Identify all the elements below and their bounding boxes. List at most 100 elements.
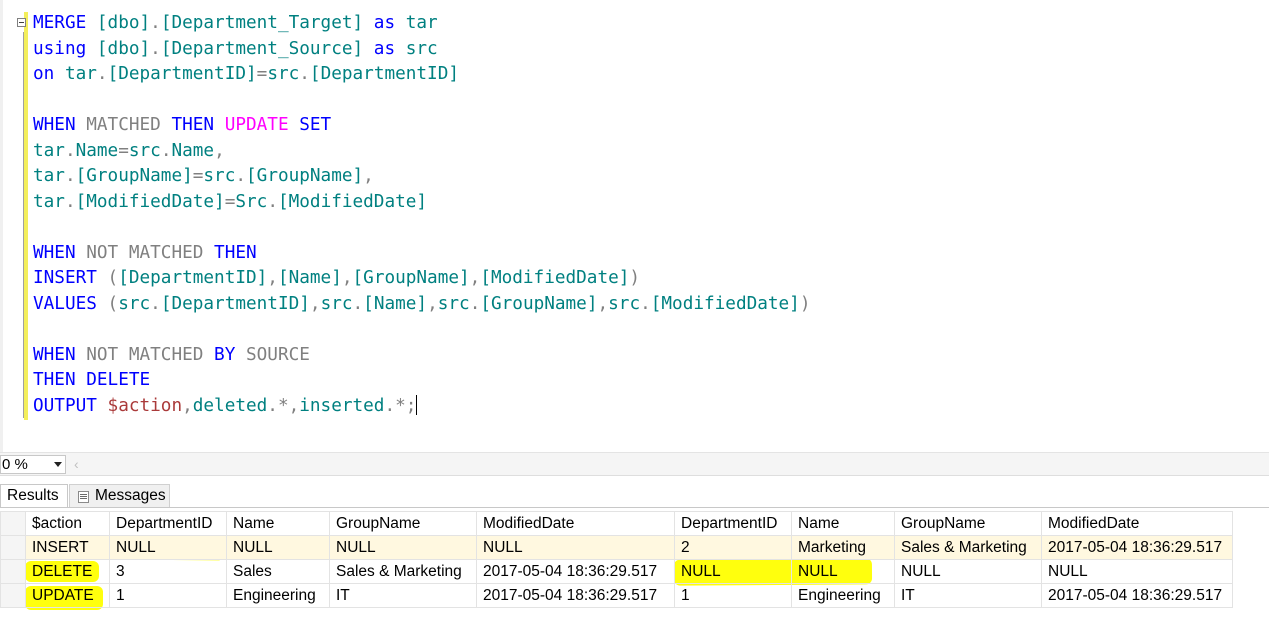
zoom-dropdown[interactable]: 0 % <box>0 455 66 474</box>
cell-text: DELETE <box>32 562 93 580</box>
column-header[interactable]: Name <box>791 511 895 536</box>
code-token: [ModifiedDate] <box>277 191 428 212</box>
code-token: ( <box>107 293 119 314</box>
code-line[interactable]: WHEN NOT MATCHED THEN <box>33 241 811 267</box>
table-cell[interactable]: 1 <box>109 583 227 608</box>
code-line[interactable] <box>33 317 811 343</box>
column-header[interactable]: ModifiedDate <box>476 511 675 536</box>
table-cell[interactable]: DELETE <box>25 559 110 584</box>
tab-messages[interactable]: Messages <box>69 484 170 508</box>
tab-results[interactable]: Results <box>0 484 68 508</box>
code-token: as <box>373 38 406 59</box>
code-token: tar <box>405 13 438 33</box>
code-token: [DepartmentID] <box>160 293 310 314</box>
code-token: tar <box>64 64 97 84</box>
code-line[interactable]: on tar.[DepartmentID]=src.[DepartmentID] <box>33 62 811 88</box>
cell-text: Engineering <box>798 586 881 604</box>
row-selector[interactable] <box>0 583 26 608</box>
query-editor[interactable]: MERGE [dbo].[Department_Target] as tar us… <box>0 0 1269 452</box>
code-line[interactable]: tar.Name=src.Name, <box>33 139 811 165</box>
code-token: , <box>309 293 321 314</box>
table-cell[interactable]: INSERT <box>25 535 110 560</box>
table-cell[interactable]: NULL <box>476 535 675 560</box>
column-header[interactable]: GroupName <box>894 511 1042 536</box>
cell-text: 2017-05-04 18:36:29.517 <box>1048 586 1223 604</box>
table-cell[interactable]: NULL <box>109 535 227 560</box>
table-cell[interactable]: IT <box>894 583 1042 608</box>
code-line[interactable]: THEN DELETE <box>33 368 811 394</box>
code-token: src <box>437 293 470 314</box>
column-header[interactable]: GroupName <box>329 511 477 536</box>
table-cell[interactable]: NULL <box>674 559 792 584</box>
table-cell[interactable]: NULL <box>226 535 330 560</box>
code-line[interactable] <box>33 215 811 241</box>
code-token: . <box>469 293 481 314</box>
code-token: [GroupName] <box>246 166 364 186</box>
table-row[interactable]: INSERT NULL NULL NULL NULL 2 Marketing S… <box>0 535 1233 560</box>
table-cell[interactable]: 1 <box>674 583 792 608</box>
results-table: $action DepartmentID Name GroupName Modi… <box>0 511 1233 608</box>
corner-cell[interactable] <box>0 511 26 536</box>
table-cell[interactable]: NULL <box>894 559 1042 584</box>
table-row[interactable]: DELETE 3 Sales Sales & Marketing 2017-05… <box>0 559 1233 584</box>
results-grid[interactable]: $action DepartmentID Name GroupName Modi… <box>0 508 1269 637</box>
results-tabs: Results Messages <box>0 476 1269 508</box>
column-header[interactable]: Name <box>226 511 330 536</box>
code-token: , <box>469 268 481 288</box>
table-cell[interactable]: 2017-05-04 18:36:29.517 <box>476 583 675 608</box>
table-cell[interactable]: Engineering <box>226 583 330 608</box>
code-line[interactable]: OUTPUT $action,deleted.*,inserted.*; <box>33 394 811 420</box>
table-cell[interactable]: Sales & Marketing <box>329 559 477 584</box>
table-cell[interactable]: UPDATE <box>25 583 110 608</box>
table-cell[interactable]: Sales <box>226 559 330 584</box>
cell-text: NULL <box>116 538 156 556</box>
table-cell[interactable]: Marketing <box>791 535 895 560</box>
editor-gutter <box>0 0 3 452</box>
code-line[interactable]: INSERT ([DepartmentID],[Name],[GroupName… <box>33 266 811 292</box>
code-token: $action <box>107 395 183 416</box>
code-token: [Name] <box>363 293 428 314</box>
zoom-bar: 0 % ‹ <box>0 452 1269 476</box>
table-cell[interactable]: 3 <box>109 559 227 584</box>
collapse-minus-icon[interactable] <box>17 18 26 27</box>
cell-text: Marketing <box>798 538 867 556</box>
row-selector[interactable] <box>0 535 26 560</box>
code-token: SOURCE <box>246 344 310 365</box>
code-line[interactable]: using [dbo].[Department_Source] as src <box>33 37 811 63</box>
code-token: using <box>33 38 97 59</box>
table-cell[interactable]: NULL <box>791 559 895 584</box>
table-row[interactable]: UPDATE 1 Engineering IT 2017-05-04 18:36… <box>0 583 1233 608</box>
code-token: , <box>182 395 193 416</box>
column-header[interactable]: DepartmentID <box>674 511 792 536</box>
sql-code[interactable]: MERGE [dbo].[Department_Target] as tar us… <box>33 11 811 419</box>
code-line[interactable]: VALUES (src.[DepartmentID],src.[Name],sr… <box>33 292 811 318</box>
table-cell[interactable]: Engineering <box>791 583 895 608</box>
scroll-left-icon[interactable]: ‹ <box>74 457 79 471</box>
cell-text: Sales & Marketing <box>901 538 1027 556</box>
code-token: Name <box>75 140 119 161</box>
row-selector[interactable] <box>0 559 26 584</box>
table-cell[interactable]: 2017-05-04 18:36:29.517 <box>1041 583 1233 608</box>
table-cell[interactable]: IT <box>329 583 477 608</box>
cell-text: 2017-05-04 18:36:29.517 <box>483 586 658 604</box>
code-token: [Department_Target] <box>160 13 374 33</box>
code-line[interactable]: tar.[GroupName]=src.[GroupName], <box>33 164 811 190</box>
code-token: inserted <box>299 395 385 416</box>
code-line[interactable]: WHEN MATCHED THEN UPDATE SET <box>33 113 811 139</box>
code-token: . <box>267 191 278 212</box>
table-cell[interactable]: NULL <box>1041 559 1233 584</box>
code-line[interactable] <box>33 88 811 114</box>
code-line[interactable]: tar.[ModifiedDate]=Src.[ModifiedDate] <box>33 190 811 216</box>
column-header[interactable]: $action <box>25 511 110 536</box>
table-cell[interactable]: NULL <box>329 535 477 560</box>
table-cell[interactable]: 2 <box>674 535 792 560</box>
chevron-down-icon[interactable] <box>54 462 62 467</box>
table-cell[interactable]: 2017-05-04 18:36:29.517 <box>476 559 675 584</box>
messages-icon <box>78 491 89 503</box>
column-header[interactable]: DepartmentID <box>109 511 227 536</box>
table-cell[interactable]: 2017-05-04 18:36:29.517 <box>1041 535 1233 560</box>
column-header[interactable]: ModifiedDate <box>1041 511 1233 536</box>
table-cell[interactable]: Sales & Marketing <box>894 535 1042 560</box>
code-line[interactable]: WHEN NOT MATCHED BY SOURCE <box>33 343 811 369</box>
code-line[interactable]: MERGE [dbo].[Department_Target] as tar <box>33 11 811 37</box>
